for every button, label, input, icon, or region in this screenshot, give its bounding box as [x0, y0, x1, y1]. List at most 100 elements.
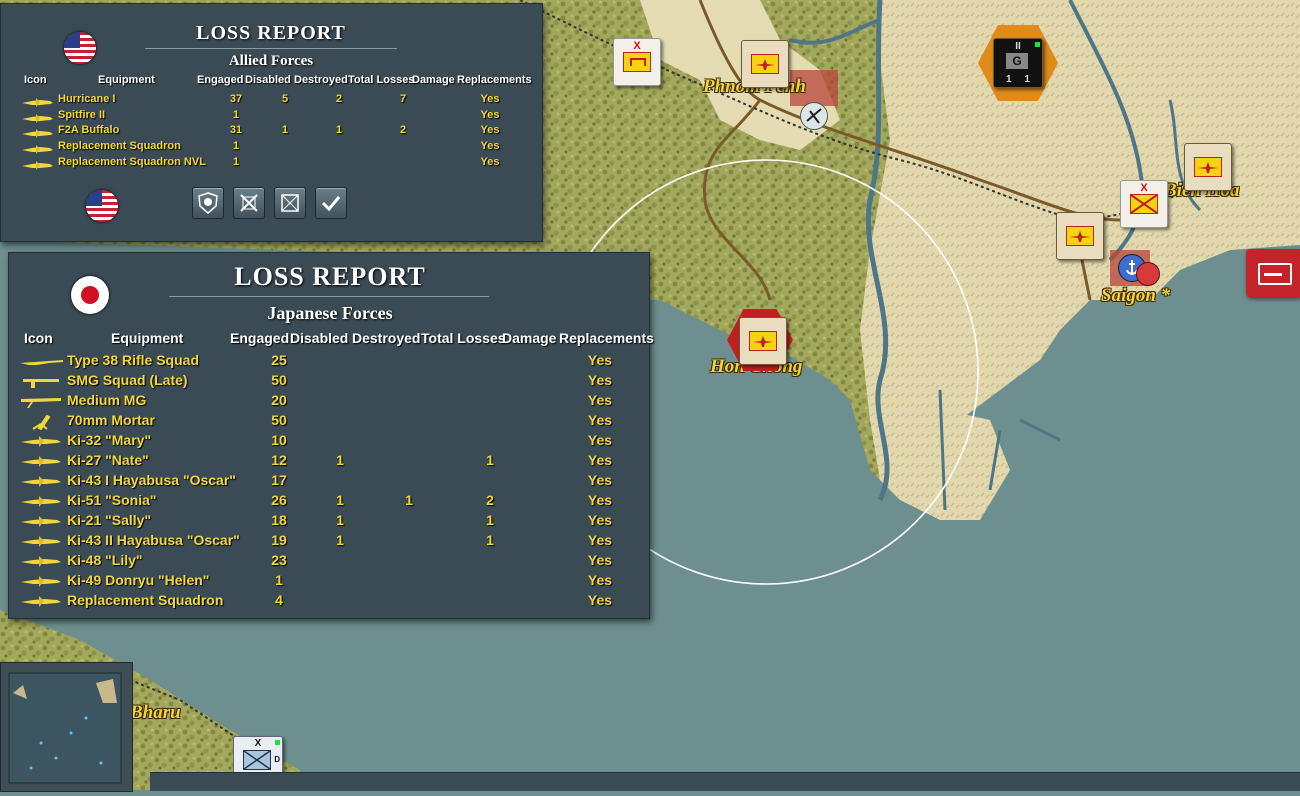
japanese-header-destroyed[interactable]: Destroyed [352, 330, 420, 346]
table-row[interactable]: Ki-32 "Mary" 10 Yes [9, 432, 649, 452]
hq-letter: G [1006, 53, 1028, 69]
table-row[interactable]: Spitfire II 1 Yes [1, 109, 542, 125]
allied-header-total-losses[interactable]: Total Losses [348, 74, 414, 86]
engaged-count: 19 [271, 532, 287, 548]
replacements-status: Yes [587, 552, 613, 568]
equipment-name: Ki-32 "Mary" [67, 432, 152, 448]
table-row[interactable]: Replacement Squadron 4 Yes [9, 592, 649, 612]
japanese-report-subtitle: Japanese Forces [267, 303, 393, 323]
table-row[interactable]: Replacement Squadron 1 Yes [1, 140, 542, 156]
allied-header-icon[interactable]: Icon [24, 74, 47, 86]
plane-icon [19, 574, 63, 592]
minimap[interactable] [0, 662, 133, 792]
aircraft-symbol-icon [1066, 226, 1094, 246]
table-row[interactable]: Medium MG 20 Yes [9, 392, 649, 412]
japanese-header-icon[interactable]: Icon [24, 330, 53, 346]
equipment-name: Type 38 Rifle Squad [67, 352, 199, 368]
replacements-status: Yes [587, 532, 613, 548]
equipment-name: Ki-49 Donryu "Helen" [67, 572, 210, 588]
table-row[interactable]: Hurricane I 37 5 2 7 Yes [1, 93, 542, 109]
engaged-count: 1 [232, 140, 240, 153]
total-losses-count: 2 [486, 492, 494, 508]
unit-counter-air-phnom-penh[interactable] [741, 40, 789, 88]
japanese-header-equipment[interactable]: Equipment [111, 330, 183, 346]
port-status-icon [1136, 262, 1160, 286]
minimap-view [8, 672, 122, 784]
allied-title-divider [145, 48, 397, 49]
unit-counter-air-saigon[interactable] [1056, 212, 1104, 260]
japanese-header-disabled[interactable]: Disabled [290, 330, 348, 346]
table-row[interactable]: Replacement Squadron NVL 1 Yes [1, 156, 542, 172]
unit-counter-air-hon-chong[interactable] [739, 317, 787, 365]
check-icon [321, 196, 341, 212]
equipment-name: SMG Squad (Late) [67, 372, 188, 388]
table-row[interactable]: Ki-43 I Hayabusa "Oscar" 17 Yes [9, 472, 649, 492]
disabled-count: 1 [336, 512, 344, 528]
naval-units-tab-button[interactable] [1246, 249, 1300, 297]
city-label-bharu: Bharu [130, 702, 181, 723]
unit-counter-hq[interactable]: II G 1 1 [993, 38, 1043, 88]
replacements-status: Yes [587, 512, 613, 528]
engaged-count: 20 [271, 392, 287, 408]
replacements-status: Yes [480, 155, 500, 168]
confirm-check-button[interactable] [315, 187, 347, 219]
disabled-count: 1 [281, 124, 289, 137]
allied-header-destroyed[interactable]: Destroyed [294, 74, 348, 86]
replacements-status: Yes [587, 572, 613, 588]
unit-counter-engineer[interactable]: X [613, 38, 661, 86]
table-row[interactable]: F2A Buffalo 31 1 1 2 Yes [1, 124, 542, 140]
total-losses-count: 7 [399, 93, 407, 105]
table-row[interactable]: Ki-49 Donryu "Helen" 1 Yes [9, 572, 649, 592]
japan-flag-icon [71, 276, 109, 314]
ship-icon [1258, 263, 1292, 285]
table-row[interactable]: SMG Squad (Late) 50 Yes [9, 372, 649, 392]
allied-header-damage[interactable]: Damage [412, 74, 455, 86]
allied-header-disabled[interactable]: Disabled [245, 74, 291, 86]
crossed-swords-button[interactable] [233, 187, 265, 219]
table-row[interactable]: Ki-43 II Hayabusa "Oscar" 19 1 1 Yes [9, 532, 649, 552]
grid-filter-icon [281, 194, 299, 212]
city-label-saigon: Saigon * [1101, 285, 1171, 306]
allied-report-title: LOSS REPORT [196, 22, 346, 44]
replacements-status: Yes [480, 140, 500, 153]
unit-counter-infantry-bien-hoa[interactable]: X [1120, 180, 1168, 228]
disabled-count: 1 [336, 532, 344, 548]
unit-counter-air-bien-hoa[interactable] [1184, 143, 1232, 191]
grid-filter-button[interactable] [274, 187, 306, 219]
hq-status-light-icon [1035, 42, 1040, 47]
infantry-symbol-icon [1130, 194, 1158, 214]
engaged-count: 26 [271, 492, 287, 508]
table-row[interactable]: Type 38 Rifle Squad 25 Yes [9, 352, 649, 372]
japanese-header-damage[interactable]: Damage [502, 330, 556, 346]
allied-header-equipment[interactable]: Equipment [98, 74, 155, 86]
allied-header-engaged[interactable]: Engaged [197, 74, 243, 86]
japanese-header-engaged[interactable]: Engaged [230, 330, 289, 346]
table-row[interactable]: 70mm Mortar 50 Yes [9, 412, 649, 432]
destroyed-count: 1 [405, 492, 413, 508]
table-row[interactable]: Ki-21 "Sally" 18 1 1 Yes [9, 512, 649, 532]
total-losses-count: 1 [486, 512, 494, 528]
replacements-status: Yes [587, 412, 613, 428]
japanese-header-total-losses[interactable]: Total Losses [421, 330, 506, 346]
table-row[interactable]: Ki-51 "Sonia" 26 1 1 2 Yes [9, 492, 649, 512]
table-row[interactable]: Ki-48 "Lily" 23 Yes [9, 552, 649, 572]
equipment-name: Hurricane I [58, 93, 116, 105]
equipment-name: Spitfire II [58, 108, 106, 121]
plane-icon [19, 454, 63, 472]
replacements-status: Yes [480, 93, 500, 105]
skull-shield-button[interactable] [192, 187, 224, 219]
airfield-icon[interactable] [800, 102, 828, 130]
total-losses-count: 1 [486, 532, 494, 548]
equipment-name: Replacement Squadron [67, 592, 224, 608]
table-row[interactable]: Ki-27 "Nate" 12 1 1 Yes [9, 452, 649, 472]
equipment-name: Replacement Squadron NVL [58, 155, 206, 168]
allied-header-replacements[interactable]: Replacements [457, 74, 532, 86]
rifle-icon [19, 354, 65, 372]
engaged-count: 17 [271, 472, 287, 488]
replacements-status: Yes [480, 124, 500, 137]
japanese-report-title: LOSS REPORT [234, 262, 426, 291]
japanese-header-replacements[interactable]: Replacements [559, 330, 654, 346]
unit-corner-marking: D [274, 755, 280, 764]
aircraft-symbol-icon [751, 54, 779, 74]
engaged-count: 50 [271, 372, 287, 388]
